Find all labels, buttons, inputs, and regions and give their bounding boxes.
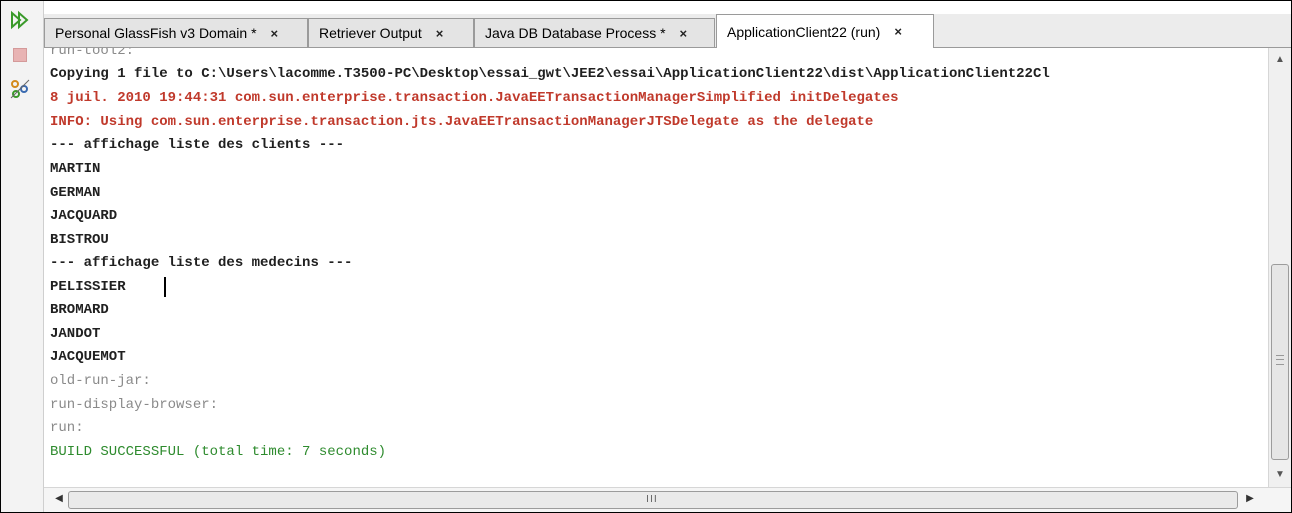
output-line: 8 juil. 2010 19:44:31 com.sun.enterprise…	[50, 90, 899, 106]
close-icon[interactable]: ×	[436, 26, 444, 41]
output-line: --- affichage liste des clients ---	[50, 137, 345, 153]
output-line: JACQUARD	[50, 208, 118, 224]
output-line: Copying 1 file to C:\Users\lacomme.T3500…	[50, 66, 1050, 82]
output-options-icon[interactable]	[10, 79, 30, 99]
vertical-scroll-thumb[interactable]	[1271, 264, 1289, 460]
rerun-icon[interactable]	[10, 10, 30, 30]
horizontal-scrollbar[interactable]: ◀ III ▶	[44, 487, 1291, 512]
close-icon[interactable]: ×	[271, 26, 279, 41]
tab-label: ApplicationClient22 (run)	[727, 23, 881, 40]
output-line: BUILD SUCCESSFUL (total time: 7 seconds)	[50, 444, 387, 460]
output-line: old-run-jar:	[50, 373, 151, 389]
vertical-scrollbar[interactable]: ▲ ▼	[1268, 48, 1291, 487]
output-window: Personal GlassFish v3 Domain * × Retriev…	[0, 0, 1292, 513]
close-icon[interactable]: ×	[894, 24, 902, 39]
text-caret	[164, 277, 166, 297]
output-line: JANDOT	[50, 326, 101, 342]
output-text-area[interactable]: run-tool2: Copying 1 file to C:\Users\la…	[44, 48, 1269, 487]
output-line: run-tool2:	[50, 48, 135, 59]
tab-java-db-process[interactable]: Java DB Database Process * ×	[474, 18, 715, 47]
output-line: BISTROU	[50, 232, 109, 248]
tab-label: Personal GlassFish v3 Domain *	[55, 25, 257, 41]
output-toolbar	[1, 1, 44, 512]
grip-icon: III	[646, 494, 658, 505]
tab-retriever-output[interactable]: Retriever Output ×	[308, 18, 474, 47]
output-line: --- affichage liste des medecins ---	[50, 255, 353, 271]
output-line: run-display-browser:	[50, 397, 219, 413]
close-icon[interactable]: ×	[680, 26, 688, 41]
scroll-up-arrow-icon[interactable]: ▲	[1269, 51, 1291, 69]
output-line: PELISSIER	[50, 279, 126, 295]
stop-icon[interactable]	[10, 45, 30, 65]
tab-label: Retriever Output	[319, 25, 422, 41]
output-line: INFO: Using com.sun.enterprise.transacti…	[50, 114, 874, 130]
scroll-right-arrow-icon[interactable]: ▶	[1243, 492, 1257, 506]
output-line: GERMAN	[50, 185, 101, 201]
tab-bar: Personal GlassFish v3 Domain * × Retriev…	[44, 14, 1291, 48]
output-line: JACQUEMOT	[50, 349, 126, 365]
grip-icon	[1276, 355, 1284, 365]
tab-glassfish-domain[interactable]: Personal GlassFish v3 Domain * ×	[44, 18, 308, 47]
output-line: run:	[50, 420, 84, 436]
horizontal-scroll-thumb[interactable]: III	[68, 491, 1238, 509]
scroll-left-arrow-icon[interactable]: ◀	[52, 492, 66, 506]
output-line: BROMARD	[50, 302, 109, 318]
tab-label: Java DB Database Process *	[485, 25, 666, 41]
scroll-down-arrow-icon[interactable]: ▼	[1269, 466, 1291, 484]
tab-applicationclient22-run[interactable]: ApplicationClient22 (run) ×	[716, 14, 934, 48]
output-line: MARTIN	[50, 161, 101, 177]
